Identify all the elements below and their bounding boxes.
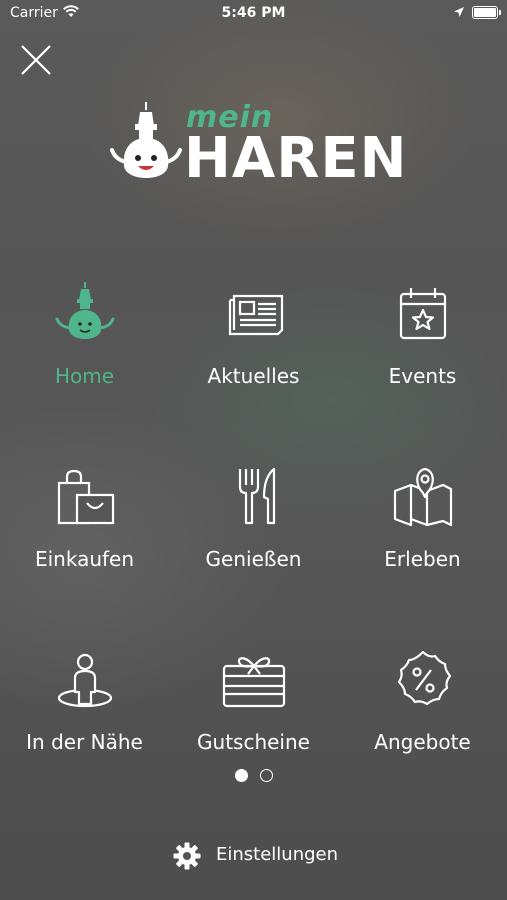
- mascot-icon: [110, 102, 182, 178]
- mascot-icon: [55, 282, 114, 339]
- menu-item-label: Genießen: [205, 547, 302, 571]
- menu-item-home[interactable]: Home: [0, 270, 169, 410]
- fork-knife-icon: [238, 467, 275, 525]
- battery-icon: [472, 6, 501, 19]
- page-indicator[interactable]: [0, 769, 507, 782]
- menu-item-gutscheine[interactable]: Gutscheine: [169, 636, 338, 776]
- close-icon[interactable]: [20, 44, 52, 76]
- location-arrow-icon: [454, 7, 464, 17]
- menu-item-label: Gutscheine: [197, 730, 310, 754]
- menu-item-angebote[interactable]: Angebote: [338, 636, 507, 776]
- menu-item-erleben[interactable]: Erleben: [338, 453, 507, 593]
- menu-item-einkaufen[interactable]: Einkaufen: [0, 453, 169, 593]
- gift-card-icon: [222, 657, 285, 708]
- percent-badge-icon: [397, 650, 451, 706]
- page-dot-active[interactable]: [234, 769, 248, 782]
- menu-item-in-der-naehe[interactable]: In der Nähe: [0, 636, 169, 776]
- page-dot[interactable]: [259, 769, 273, 782]
- calendar-star-icon: [399, 288, 446, 340]
- logo-haren: HAREN: [184, 126, 408, 191]
- shopping-bags-icon: [57, 469, 114, 525]
- menu-item-label: Home: [54, 364, 115, 388]
- app-logo: mein HAREN: [108, 100, 408, 192]
- menu-item-label: Events: [388, 364, 457, 388]
- map-icon: [393, 467, 452, 527]
- newspaper-icon: [228, 294, 283, 336]
- menu-item-label: Aktuelles: [207, 364, 300, 388]
- menu-item-label: In der Nähe: [26, 730, 143, 754]
- clock: 5:46 PM: [221, 5, 286, 21]
- menu-item-events[interactable]: Events: [338, 270, 507, 410]
- status-bar: Carrier 5:46 PM: [0, 0, 507, 28]
- person-location-icon: [57, 653, 112, 708]
- gear-icon: [173, 842, 201, 870]
- menu-item-label: Einkaufen: [34, 547, 135, 571]
- settings-label: Einstellungen: [216, 844, 339, 865]
- menu-item-label: Erleben: [384, 547, 461, 571]
- menu-item-label: Angebote: [374, 730, 471, 754]
- menu-item-geniessen[interactable]: Genießen: [169, 453, 338, 593]
- menu-item-aktuelles[interactable]: Aktuelles: [169, 270, 338, 410]
